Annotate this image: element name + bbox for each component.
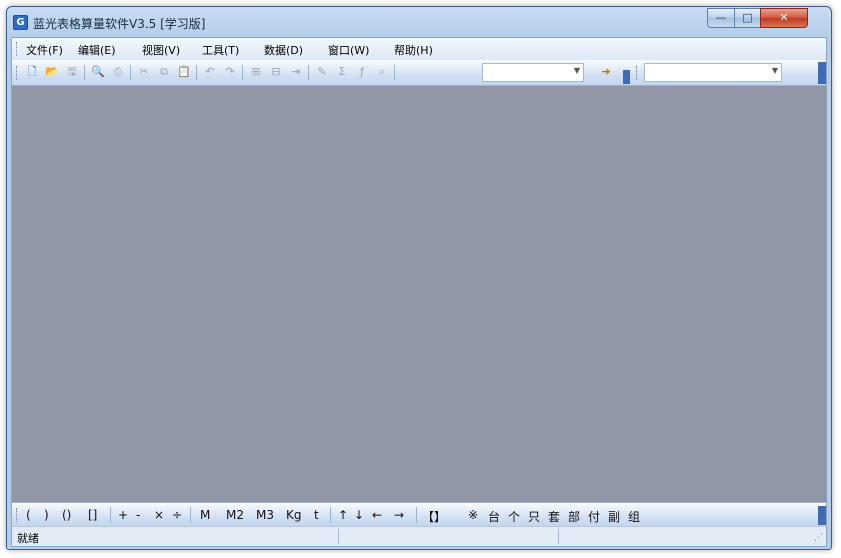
toolbar-overflow-button[interactable] [818,506,826,525]
toolbar-combo-2[interactable]: ▼ [644,63,782,82]
maximize-button[interactable]: □ [734,8,761,28]
symbol-button[interactable]: 套 [548,508,560,525]
copy-icon[interactable]: ⧉ [156,64,172,80]
symbol-button[interactable]: 个 [508,508,520,525]
menu-file[interactable]: 文件(F) [26,42,63,58]
mdi-workspace[interactable] [12,86,826,502]
toolbar-grip[interactable] [16,66,19,80]
menu-data[interactable]: 数据(D) [264,42,303,58]
symbol-button[interactable]: () [62,508,71,522]
symbol-button[interactable]: ← [372,508,382,522]
chevron-down-icon[interactable]: ▼ [772,66,778,75]
title-bar[interactable]: G 蓝光表格算量软件V3.5 [学习版] — □ ✕ [7,7,831,37]
symbol-button[interactable]: ( [26,508,31,522]
menubar-grip[interactable] [16,42,19,56]
symbol-button[interactable]: → [394,508,404,522]
undo-icon[interactable]: ↶ [202,64,218,80]
resize-grip-icon[interactable]: ⋰ [814,533,823,543]
cut-icon[interactable]: ✂ [136,64,152,80]
symbol-button[interactable]: ↓ [354,508,364,522]
symbol-button[interactable]: M2 [226,508,244,522]
symbol-button[interactable]: 副 [608,508,620,525]
symbol-button[interactable]: 付 [588,508,600,525]
open-folder-icon[interactable]: 📂 [44,64,60,80]
symbolbar-separator [330,507,331,523]
edit-icon[interactable]: ✎ [314,64,330,80]
symbol-button[interactable]: 只 [528,508,540,525]
toolbar-separator [130,65,131,80]
menu-tools[interactable]: 工具(T) [202,42,239,58]
symbol-button[interactable]: 部 [568,508,580,525]
save-icon[interactable]: 🖫 [64,64,80,80]
toolbar-overflow-button[interactable] [623,70,630,84]
new-file-icon[interactable]: 🗋 [24,64,40,80]
paste-icon[interactable]: 📋 [176,64,192,80]
client-area: 文件(F) 编辑(E) 视图(V) 工具(T) 数据(D) 窗口(W) 帮助(H… [11,37,827,547]
symbol-button[interactable]: + [118,508,128,522]
symbol-button[interactable]: ÷ [172,508,182,522]
sum-icon[interactable]: Σ [334,64,350,80]
symbolbar-separator [190,507,191,523]
status-pane-divider [558,529,559,544]
formula-icon[interactable]: ƒ [354,64,370,80]
application-window: G 蓝光表格算量软件V3.5 [学习版] — □ ✕ 文件(F) 编辑(E) 视… [6,6,832,550]
status-bar: 就绪 ⋰ [12,526,826,546]
toolbar-separator [308,65,309,80]
toolbar-separator [394,65,395,80]
toolbar-separator [242,65,243,80]
symbol-button[interactable]: ) [44,508,49,522]
symbol-button[interactable]: t [314,508,319,522]
chevron-down-icon[interactable]: ▼ [574,66,580,75]
move-row-icon[interactable]: ⇥ [288,64,304,80]
symbol-toolbar: ( ) () [] + - × ÷ M M2 M3 Kg t ↑ ↓ ← → 【… [12,502,826,526]
symbol-button[interactable]: 组 [628,508,640,525]
symbol-button[interactable]: M3 [256,508,274,522]
print-preview-icon[interactable]: 🔍 [90,64,106,80]
menu-view[interactable]: 视图(V) [142,42,180,58]
toolbar-separator [84,65,85,80]
symbolbar-separator [416,507,417,523]
menu-edit[interactable]: 编辑(E) [78,42,116,58]
status-text: 就绪 [17,532,39,545]
menu-bar: 文件(F) 编辑(E) 视图(V) 工具(T) 数据(D) 窗口(W) 帮助(H… [12,38,826,60]
symbol-button[interactable]: M [200,508,210,522]
app-logo-icon[interactable]: G [13,15,28,30]
toolbar-grip[interactable] [636,66,639,80]
symbol-button[interactable]: Kg [286,508,302,522]
toolbar-combo-1[interactable]: ▼ [482,63,584,82]
standard-toolbar: 🗋 📂 🖫 🔍 ⎙ ✂ ⧉ 📋 ↶ ↷ ⊞ ⊟ ⇥ ✎ Σ ƒ ⌕ ▼ ➜ ▼ [12,60,826,86]
close-button[interactable]: ✕ [760,8,808,28]
insert-row-icon[interactable]: ⊞ [248,64,264,80]
symbol-button[interactable]: ※ [468,508,478,522]
symbolbar-separator [110,507,111,523]
symbol-button[interactable]: 【】 [422,508,446,525]
toolbar-overflow-button[interactable] [818,62,826,84]
menu-help[interactable]: 帮助(H) [394,42,433,58]
symbol-button[interactable]: × [154,508,164,522]
redo-icon[interactable]: ↷ [222,64,238,80]
symbolbar-grip[interactable] [16,508,19,522]
symbol-button[interactable]: [] [88,508,97,522]
symbol-button[interactable]: ↑ [338,508,348,522]
delete-row-icon[interactable]: ⊟ [268,64,284,80]
window-title: 蓝光表格算量软件V3.5 [学习版] [33,17,206,31]
minimize-button[interactable]: — [707,8,735,28]
status-pane-divider [338,529,339,544]
toolbar-separator [196,65,197,80]
zoom-icon[interactable]: ⌕ [374,64,390,80]
symbol-button[interactable]: 台 [488,508,500,525]
project-arrow-icon[interactable]: ➜ [598,64,614,80]
print-icon[interactable]: ⎙ [110,64,126,80]
menu-window[interactable]: 窗口(W) [328,42,369,58]
symbol-button[interactable]: - [136,508,140,522]
